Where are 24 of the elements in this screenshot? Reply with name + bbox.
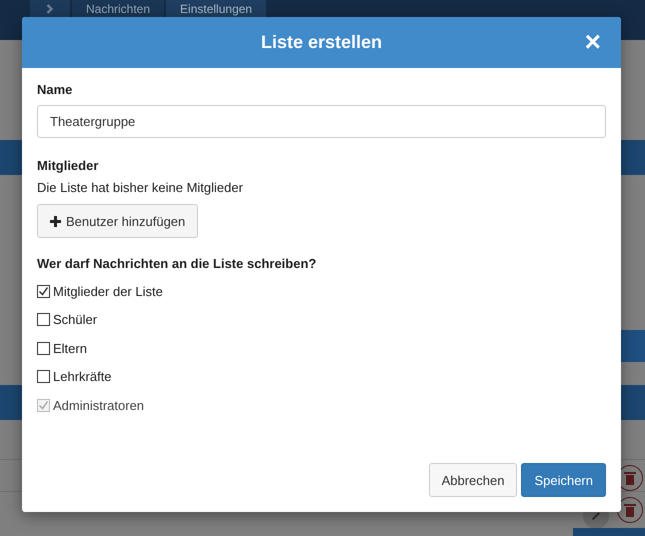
checkbox-label: Mitglieder der Liste — [53, 284, 163, 299]
checkbox-label: Eltern — [53, 340, 87, 356]
plus-icon — [50, 216, 61, 226]
checkbox[interactable] — [37, 370, 50, 384]
chevron-icon — [46, 4, 54, 14]
checkbox-label: Administratoren — [53, 398, 144, 413]
save-button[interactable]: Speichern — [521, 463, 606, 497]
name-field[interactable]: Theatergruppe — [37, 105, 606, 138]
cancel-button[interactable]: Abbrechen — [428, 463, 518, 497]
checkbox-label: Schüler — [53, 312, 98, 328]
dialog-title: Liste erstellen — [260, 32, 382, 53]
members-text: Die Liste hat bisher keine Mitglieder — [37, 180, 244, 195]
close-button[interactable]: × — [584, 29, 601, 55]
checkbox-label: Lehrkräfte — [53, 369, 112, 384]
checkbox[interactable] — [37, 284, 50, 298]
field-label: Name — [37, 82, 74, 97]
add-user-button[interactable]: Benutzer hinzufügen — [37, 204, 198, 238]
bottom-bar — [573, 528, 645, 536]
trash-icon — [624, 471, 636, 485]
section-label: Wer darf Nachrichten an die Liste schreiben? — [37, 256, 318, 271]
section-label: Mitglieder — [37, 158, 100, 173]
checkbox[interactable] — [37, 342, 50, 355]
trash-icon — [624, 503, 636, 517]
checkbox[interactable] — [37, 313, 50, 326]
